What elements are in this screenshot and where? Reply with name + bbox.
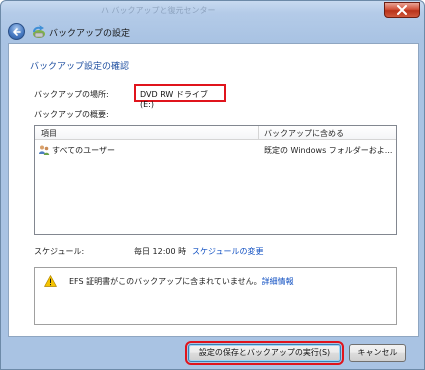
close-button[interactable] [384,2,420,18]
cancel-button[interactable]: キャンセル [349,344,406,362]
summary-label: バックアップの概要: [34,110,109,119]
save-and-run-backup-button[interactable]: 設定の保存とバックアップの実行(S) [185,341,344,365]
warning-box: EFS 証明書がこのバックアップに含まれていません。詳細情報 [34,267,397,325]
header-title: バックアップの設定 [49,29,131,39]
schedule-label: スケジュール: [34,247,85,256]
backup-summary-list[interactable]: 項目 バックアップに含める すべてのユーザー 既定の Windows フォルダー… [34,125,397,235]
list-header: 項目 バックアップに含める [35,126,396,140]
title-bar: ハ バックアップと復元センター [1,1,424,21]
row-item-included: 既定の Windows フォルダーおよ... [264,146,393,155]
backup-settings-window: ハ バックアップと復元センター バックアップの設定 バックアップ設定の確認 バッ… [0,0,425,370]
back-button[interactable] [8,23,25,40]
users-icon [39,145,50,155]
wizard-header: バックアップの設定 [2,20,423,42]
page-title: バックアップ設定の確認 [30,62,130,72]
location-label: バックアップの場所: [34,90,109,99]
column-header-item[interactable]: 項目 [41,128,57,139]
schedule-value: 毎日 12:00 時 [134,247,187,256]
back-arrow-icon [12,27,21,36]
button-bar: 設定の保存とバックアップの実行(S) キャンセル [8,337,419,369]
column-header-included[interactable]: バックアップに含める [264,128,344,139]
close-icon [397,5,407,15]
content-panel: バックアップ設定の確認 バックアップの場所: DVD RW ドライブ (E:) … [8,43,419,337]
warning-icon [44,275,57,287]
change-schedule-link[interactable]: スケジュールの変更 [192,246,263,257]
column-divider[interactable] [258,126,259,140]
warning-text: EFS 証明書がこのバックアップに含まれていません。 [69,277,262,286]
details-link[interactable]: 詳細情報 [262,277,294,286]
list-item[interactable]: すべてのユーザー 既定の Windows フォルダーおよ... [35,143,396,157]
location-value: DVD RW ドライブ (E:) [134,84,226,109]
row-item-name: すべてのユーザー [52,146,115,155]
window-title: ハ バックアップと復元センター [101,6,216,15]
backup-app-icon [33,25,45,38]
warning-message: EFS 証明書がこのバックアップに含まれていません。詳細情報 [69,276,294,287]
